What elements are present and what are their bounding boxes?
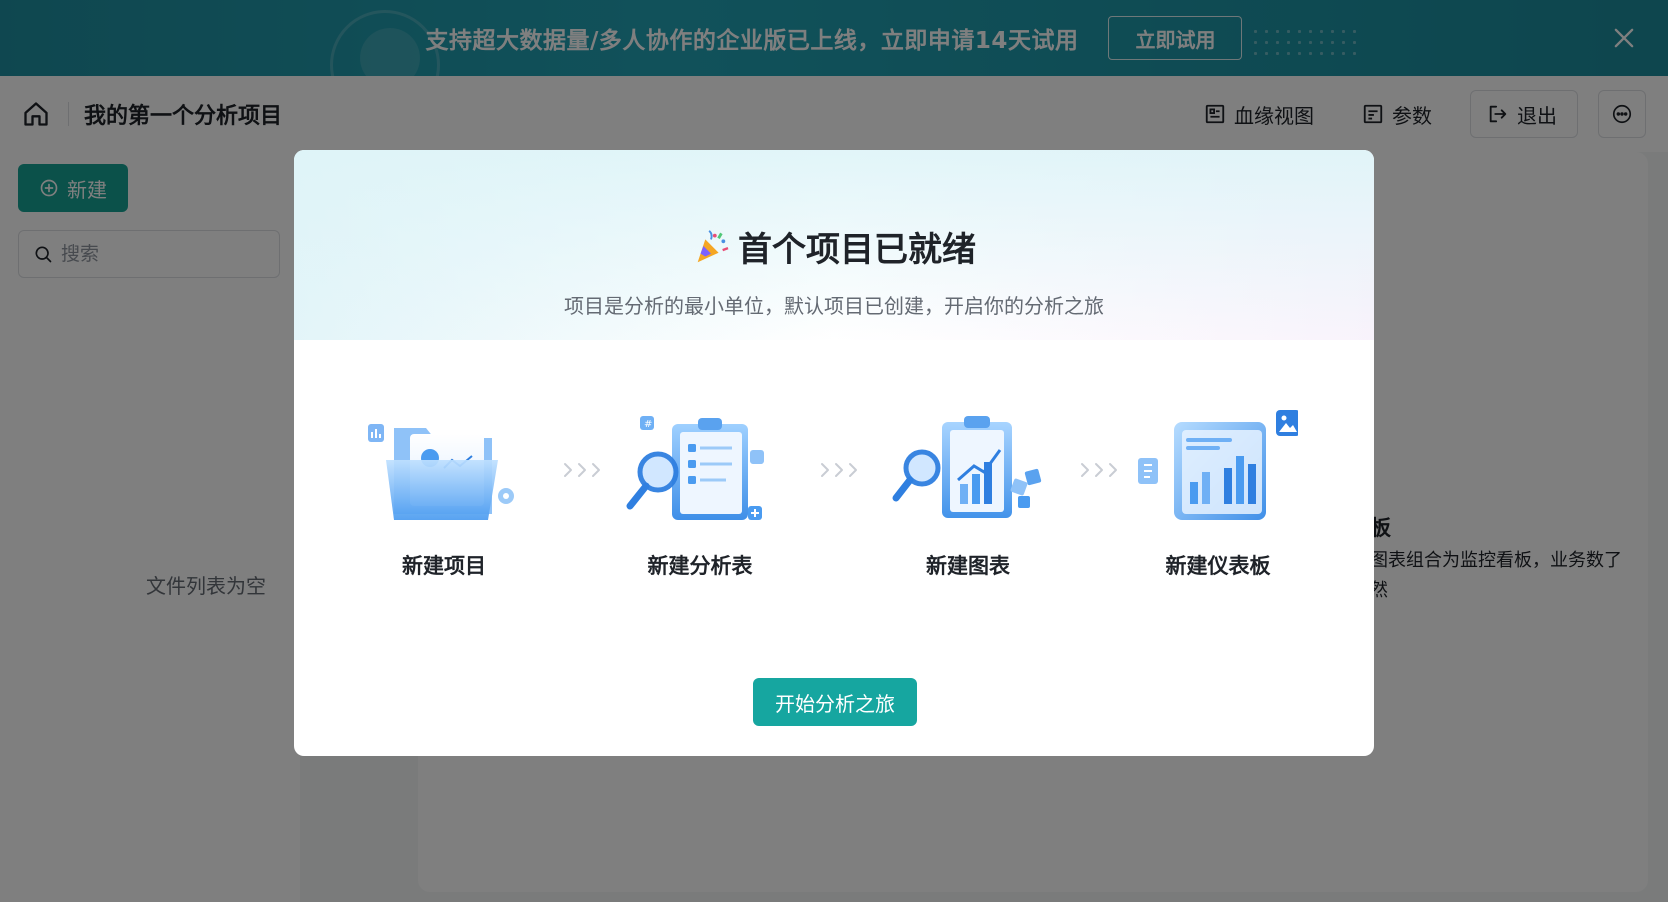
chevrons-right-icon (1081, 463, 1117, 477)
dashboard-illustration (1138, 410, 1298, 520)
chevrons-right-icon (564, 463, 600, 477)
step-label: 新建图表 (926, 554, 1010, 578)
step-new-chart: 新建图表 (878, 410, 1058, 590)
modal-title: 首个项目已就绪 (738, 230, 976, 270)
step-new-dashboard: 新建仪表板 (1128, 410, 1308, 590)
party-popper-icon (697, 229, 729, 262)
step-label: 新建项目 (402, 554, 486, 578)
svg-text:#: # (644, 419, 652, 430)
onboarding-steps: 新建项目 # 新建分析表 新建图表 新建仪表板 (294, 410, 1374, 590)
folder-illustration (368, 424, 514, 520)
step-label: 新建分析表 (647, 554, 753, 578)
onboarding-modal: 首个项目已就绪 项目是分析的最小单位，默认项目已创建，开启你的分析之旅 新建项目 (294, 150, 1374, 756)
chart-clipboard-illustration (892, 416, 1042, 518)
modal-title-row: 首个项目已就绪 (294, 222, 1374, 271)
clipboard-search-illustration: # (626, 416, 764, 520)
start-journey-button[interactable]: 开始分析之旅 (753, 678, 917, 726)
modal-subtitle: 项目是分析的最小单位，默认项目已创建，开启你的分析之旅 (564, 294, 1104, 318)
step-label: 新建仪表板 (1165, 554, 1271, 578)
chevrons-right-icon (821, 463, 857, 477)
step-new-project: 新建项目 (354, 410, 534, 590)
step-new-analysis-table: # 新建分析表 (610, 410, 790, 590)
